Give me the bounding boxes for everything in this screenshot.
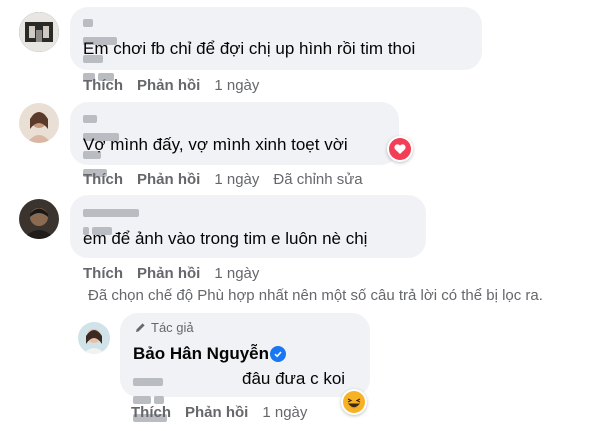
like-button[interactable]: Thích — [83, 171, 123, 188]
avatar[interactable] — [19, 199, 59, 239]
reply-button[interactable]: Phản hồi — [185, 404, 248, 421]
comment-actions: Thích Phản hồi 1 ngày Đã chỉnh sửa — [83, 171, 377, 188]
commenter-name-blurred[interactable] — [83, 14, 120, 81]
timestamp[interactable]: 1 ngày — [214, 171, 259, 188]
laughing-icon — [343, 391, 365, 413]
avatar-image-icon — [78, 322, 110, 354]
comment-text: Vợ mình đấy, vợ mình xinh toẹt vời — [83, 135, 348, 154]
verified-badge-icon — [270, 346, 286, 362]
timestamp[interactable]: 1 ngày — [262, 404, 307, 421]
comment-text: em để ảnh vào trong tim e luôn nè chị — [83, 229, 368, 248]
reply-actions: Thích Phản hồi 1 ngày — [131, 404, 321, 421]
commenter-name-blurred[interactable] — [83, 204, 142, 235]
author-name[interactable]: Bảo Hân Nguyễn — [133, 344, 269, 364]
reply-button[interactable]: Phản hồi — [137, 265, 200, 282]
like-button[interactable]: Thích — [131, 404, 171, 421]
like-button[interactable]: Thích — [83, 77, 123, 94]
avatar[interactable] — [19, 103, 59, 143]
reply-button[interactable]: Phản hồi — [137, 77, 200, 94]
heart-icon — [389, 138, 411, 160]
timestamp[interactable]: 1 ngày — [214, 77, 259, 94]
commenter-name-blurred[interactable] — [83, 110, 122, 177]
comment-actions: Thích Phản hồi 1 ngày — [83, 77, 273, 94]
timestamp[interactable]: 1 ngày — [214, 265, 259, 282]
edited-label[interactable]: Đã chỉnh sửa — [273, 171, 362, 188]
author-badge: Tác giả — [151, 320, 194, 335]
comment-text: Em chơi fb chỉ để đợi chị up hình rồi ti… — [83, 39, 416, 58]
pencil-icon — [134, 321, 147, 339]
avatar-image-icon — [19, 103, 59, 143]
avatar[interactable] — [78, 322, 110, 354]
avatar-image-icon — [19, 12, 59, 52]
reply-text: đâu đưa c koi — [242, 369, 346, 388]
avatar-image-icon — [19, 199, 59, 239]
reply-button[interactable]: Phản hồi — [137, 171, 200, 188]
reaction-laughing-icon[interactable] — [341, 389, 367, 415]
like-button[interactable]: Thích — [83, 265, 123, 282]
avatar[interactable] — [19, 12, 59, 52]
comment-actions: Thích Phản hồi 1 ngày — [83, 265, 273, 282]
tagged-name-blurred[interactable] — [133, 373, 170, 422]
filter-notice: Đã chọn chế độ Phù hợp nhất nên một số c… — [88, 287, 543, 304]
reaction-heart-icon[interactable] — [387, 136, 413, 162]
